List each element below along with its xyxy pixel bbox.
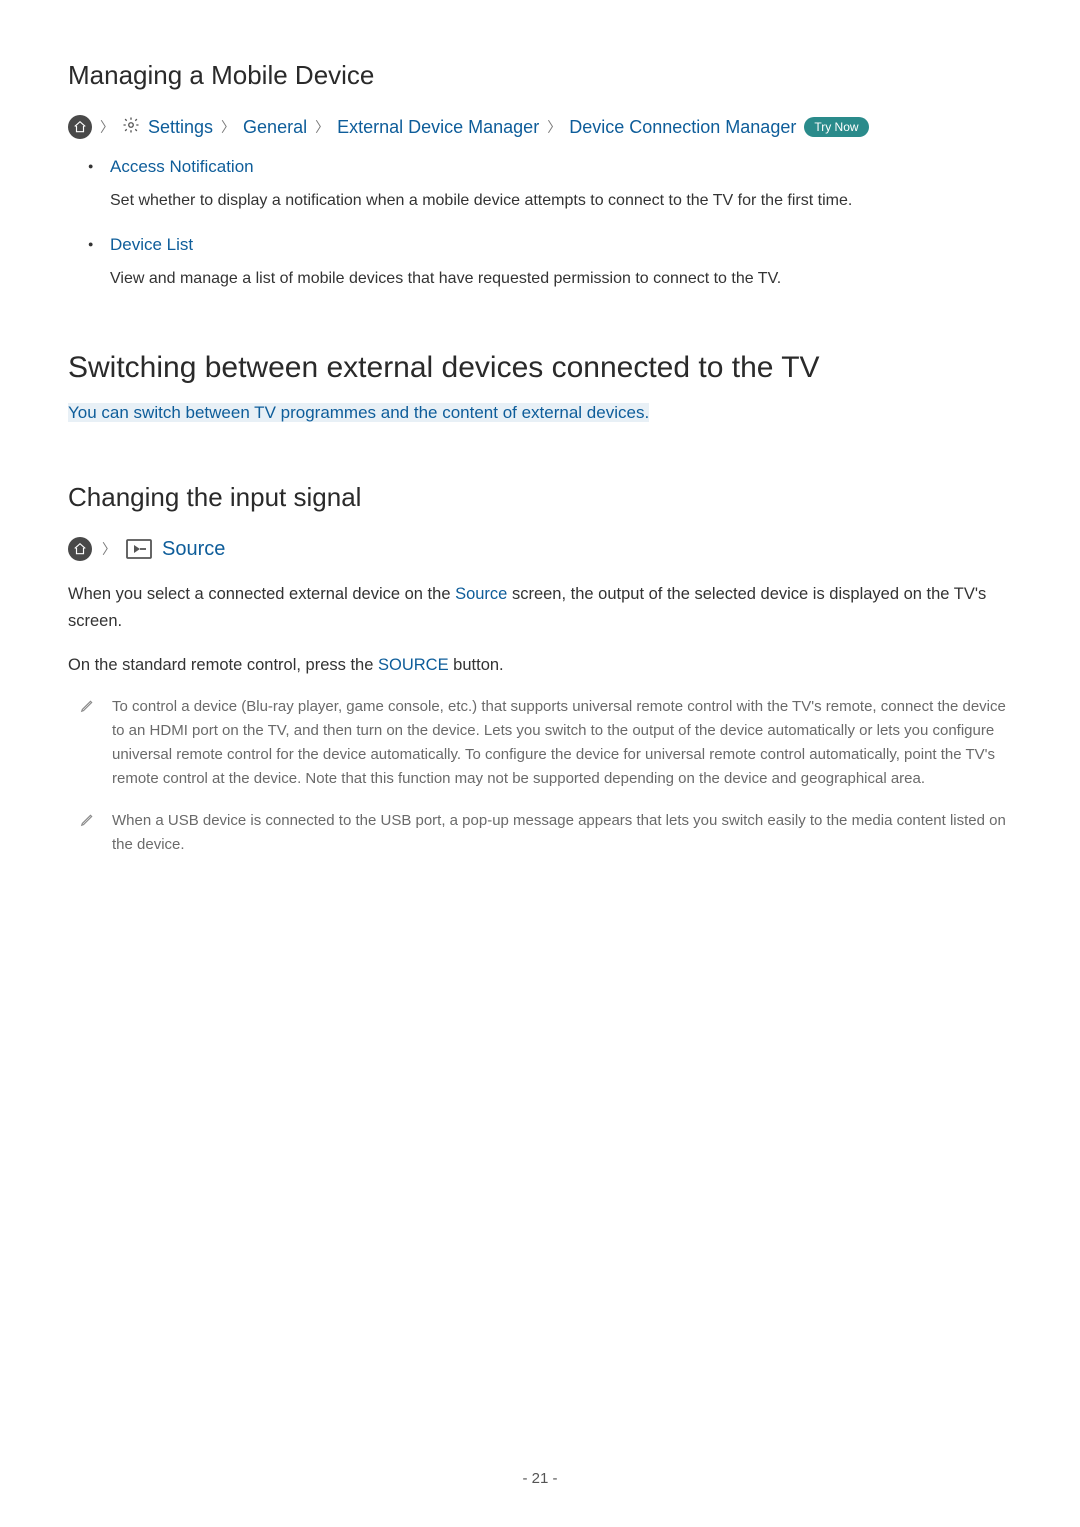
text-span: button. xyxy=(449,656,504,674)
note-item: To control a device (Blu-ray player, gam… xyxy=(80,695,1012,791)
crumb-general[interactable]: General xyxy=(243,117,307,138)
intro-text: You can switch between TV programmes and… xyxy=(68,403,649,422)
pencil-icon xyxy=(80,697,94,721)
options-list: Access Notification Set whether to displ… xyxy=(68,157,1012,291)
breadcrumb-settings-path: 〉 Settings 〉 General 〉 External Device M… xyxy=(68,115,1012,139)
crumb-settings[interactable]: Settings xyxy=(148,117,213,138)
link-source-button[interactable]: SOURCE xyxy=(378,656,449,674)
main-heading-switching: Switching between external devices conne… xyxy=(68,351,1012,385)
chevron-icon: 〉 xyxy=(102,539,116,559)
chevron-icon: 〉 xyxy=(100,117,114,137)
chevron-icon: 〉 xyxy=(315,117,329,137)
note-text: To control a device (Blu-ray player, gam… xyxy=(112,698,1006,787)
page-number: - 21 - xyxy=(0,1470,1080,1487)
text-span: On the standard remote control, press th… xyxy=(68,656,378,674)
gear-icon xyxy=(122,116,140,139)
home-icon xyxy=(68,537,92,561)
source-icon xyxy=(126,539,152,559)
home-icon xyxy=(68,115,92,139)
note-item: When a USB device is connected to the US… xyxy=(80,809,1012,857)
intro-block: You can switch between TV programmes and… xyxy=(68,399,1012,426)
para-remote-control: On the standard remote control, press th… xyxy=(68,652,1012,679)
sub-heading-changing-input: Changing the input signal xyxy=(68,482,1012,513)
crumb-source[interactable]: Source xyxy=(162,538,225,561)
para-source-screen: When you select a connected external dev… xyxy=(68,581,1012,635)
option-title-device-list[interactable]: Device List xyxy=(110,235,1012,255)
list-item: Access Notification Set whether to displ… xyxy=(110,157,1012,213)
chevron-icon: 〉 xyxy=(221,117,235,137)
list-item: Device List View and manage a list of mo… xyxy=(110,235,1012,291)
crumb-device-connection-manager[interactable]: Device Connection Manager xyxy=(569,117,796,138)
pencil-icon xyxy=(80,811,94,835)
crumb-external-device-manager[interactable]: External Device Manager xyxy=(337,117,539,138)
option-title-access-notification[interactable]: Access Notification xyxy=(110,157,1012,177)
breadcrumb-source: 〉 Source xyxy=(68,537,1012,561)
section-heading-managing: Managing a Mobile Device xyxy=(68,60,1012,91)
note-text: When a USB device is connected to the US… xyxy=(112,812,1006,853)
try-now-badge[interactable]: Try Now xyxy=(804,117,868,137)
notes-list: To control a device (Blu-ray player, gam… xyxy=(68,695,1012,857)
chevron-icon: 〉 xyxy=(547,117,561,137)
text-span: When you select a connected external dev… xyxy=(68,585,455,603)
option-desc: Set whether to display a notification wh… xyxy=(110,189,1012,213)
link-source[interactable]: Source xyxy=(455,585,507,603)
option-desc: View and manage a list of mobile devices… xyxy=(110,267,1012,291)
